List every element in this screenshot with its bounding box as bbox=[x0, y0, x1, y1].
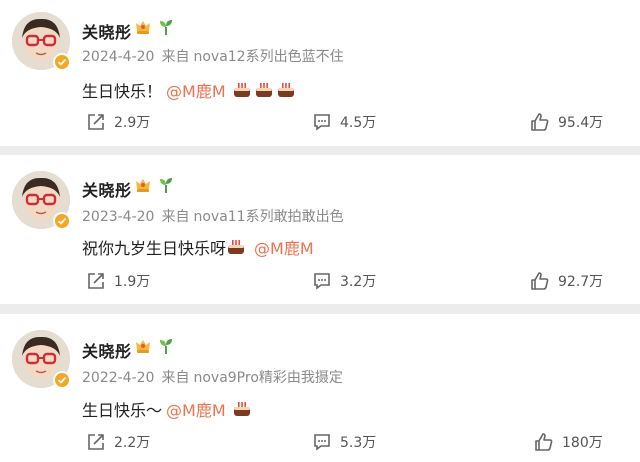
cake-icon bbox=[233, 402, 250, 416]
mention-link[interactable]: @M鹿M bbox=[166, 78, 226, 102]
repost-count: 2.2万 bbox=[114, 435, 151, 451]
like-button[interactable]: 180万 bbox=[534, 432, 603, 452]
sprout-icon bbox=[160, 178, 172, 193]
post-date[interactable]: 2022-4-20 bbox=[82, 370, 154, 386]
repost-count: 1.9万 bbox=[114, 274, 151, 290]
mention-link[interactable]: @M鹿M bbox=[166, 397, 226, 421]
comment-icon bbox=[314, 273, 330, 290]
comment-icon bbox=[314, 114, 330, 131]
comment-count: 3.2万 bbox=[340, 274, 377, 290]
comment-button[interactable]: 4.5万 bbox=[312, 112, 376, 132]
post-card: 关晓彤 2024-4-20 来自 nova12系列出色蓝不住 生日快乐！ @M鹿M bbox=[0, 0, 640, 146]
post-card: 关晓彤 2023-4-20 来自 nova11系列敢拍敢出色 祝你九岁生日快乐呀 @… bbox=[0, 155, 640, 304]
crown-icon bbox=[136, 21, 150, 34]
post-source: nova12系列出色蓝不住 bbox=[193, 49, 344, 65]
like-count: 92.7万 bbox=[558, 274, 604, 290]
like-count: 180万 bbox=[562, 435, 603, 451]
comment-icon bbox=[314, 434, 330, 451]
cake-icon bbox=[277, 83, 294, 97]
cake-icon bbox=[228, 240, 245, 254]
source-prefix: 来自 bbox=[161, 209, 190, 225]
repost-icon bbox=[88, 273, 104, 289]
post-text: 生日快乐～ bbox=[82, 401, 163, 420]
post-card: 关晓彤 2022-4-20 来自 nova9Pro精彩由我摄定 生日快乐～ @M鹿M bbox=[0, 314, 640, 462]
post-content: 生日快乐～ @M鹿M bbox=[82, 397, 252, 421]
avatar[interactable] bbox=[12, 12, 71, 71]
repost-button[interactable]: 1.9万 bbox=[86, 271, 150, 291]
username[interactable]: 关晓彤 bbox=[82, 19, 132, 43]
avatar[interactable] bbox=[12, 330, 71, 389]
weibo-feed: 关晓彤 2024-4-20 来自 nova12系列出色蓝不住 生日快乐！ @M鹿M bbox=[0, 0, 640, 462]
comment-count: 5.3万 bbox=[340, 435, 377, 451]
cake-emojis bbox=[232, 80, 296, 100]
verified-badge-icon bbox=[53, 212, 71, 230]
post-source: nova9Pro精彩由我摄定 bbox=[193, 370, 343, 386]
verified-badge-icon bbox=[53, 371, 71, 389]
post-meta: 2023-4-20 来自 nova11系列敢拍敢出色 bbox=[82, 206, 344, 226]
crown-icon bbox=[136, 340, 150, 353]
cake-emojis bbox=[232, 399, 252, 419]
post-meta: 2022-4-20 来自 nova9Pro精彩由我摄定 bbox=[82, 367, 343, 387]
source-prefix: 来自 bbox=[161, 49, 190, 65]
post-date[interactable]: 2023-4-20 bbox=[82, 209, 154, 225]
verified-badge-icon bbox=[53, 53, 71, 71]
cake-icon bbox=[255, 83, 272, 97]
user-icons bbox=[134, 18, 174, 36]
post-text: 生日快乐！ bbox=[82, 82, 163, 101]
comment-button[interactable]: 5.3万 bbox=[312, 432, 376, 452]
crown-icon bbox=[136, 179, 150, 192]
username[interactable]: 关晓彤 bbox=[82, 338, 132, 362]
avatar[interactable] bbox=[12, 171, 71, 230]
post-source: nova11系列敢拍敢出色 bbox=[193, 209, 344, 225]
post-content: 生日快乐！ @M鹿M bbox=[82, 78, 296, 102]
comment-count: 4.5万 bbox=[340, 115, 377, 131]
sprout-icon bbox=[160, 20, 172, 35]
source-prefix: 来自 bbox=[161, 370, 190, 386]
like-count: 95.4万 bbox=[558, 115, 604, 131]
like-icon bbox=[531, 272, 549, 290]
like-icon bbox=[531, 113, 549, 131]
user-icons bbox=[134, 176, 174, 194]
like-button[interactable]: 92.7万 bbox=[530, 271, 603, 291]
post-meta: 2024-4-20 来自 nova12系列出色蓝不住 bbox=[82, 46, 344, 66]
user-icons bbox=[134, 337, 174, 355]
sprout-icon bbox=[160, 339, 172, 354]
post-content: 祝你九岁生日快乐呀 @M鹿M bbox=[82, 235, 314, 259]
repost-count: 2.9万 bbox=[114, 115, 151, 131]
like-button[interactable]: 95.4万 bbox=[530, 112, 603, 132]
repost-icon bbox=[88, 434, 104, 450]
comment-button[interactable]: 3.2万 bbox=[312, 271, 376, 291]
post-date[interactable]: 2024-4-20 bbox=[82, 49, 154, 65]
post-text: 祝你九岁生日快乐呀 bbox=[82, 239, 227, 258]
cake-emojis bbox=[226, 237, 246, 257]
username[interactable]: 关晓彤 bbox=[82, 177, 132, 201]
like-icon bbox=[535, 433, 553, 451]
repost-button[interactable]: 2.2万 bbox=[86, 432, 150, 452]
repost-button[interactable]: 2.9万 bbox=[86, 112, 150, 132]
mention-link[interactable]: @M鹿M bbox=[254, 235, 314, 259]
repost-icon bbox=[88, 114, 104, 130]
cake-icon bbox=[233, 83, 250, 97]
